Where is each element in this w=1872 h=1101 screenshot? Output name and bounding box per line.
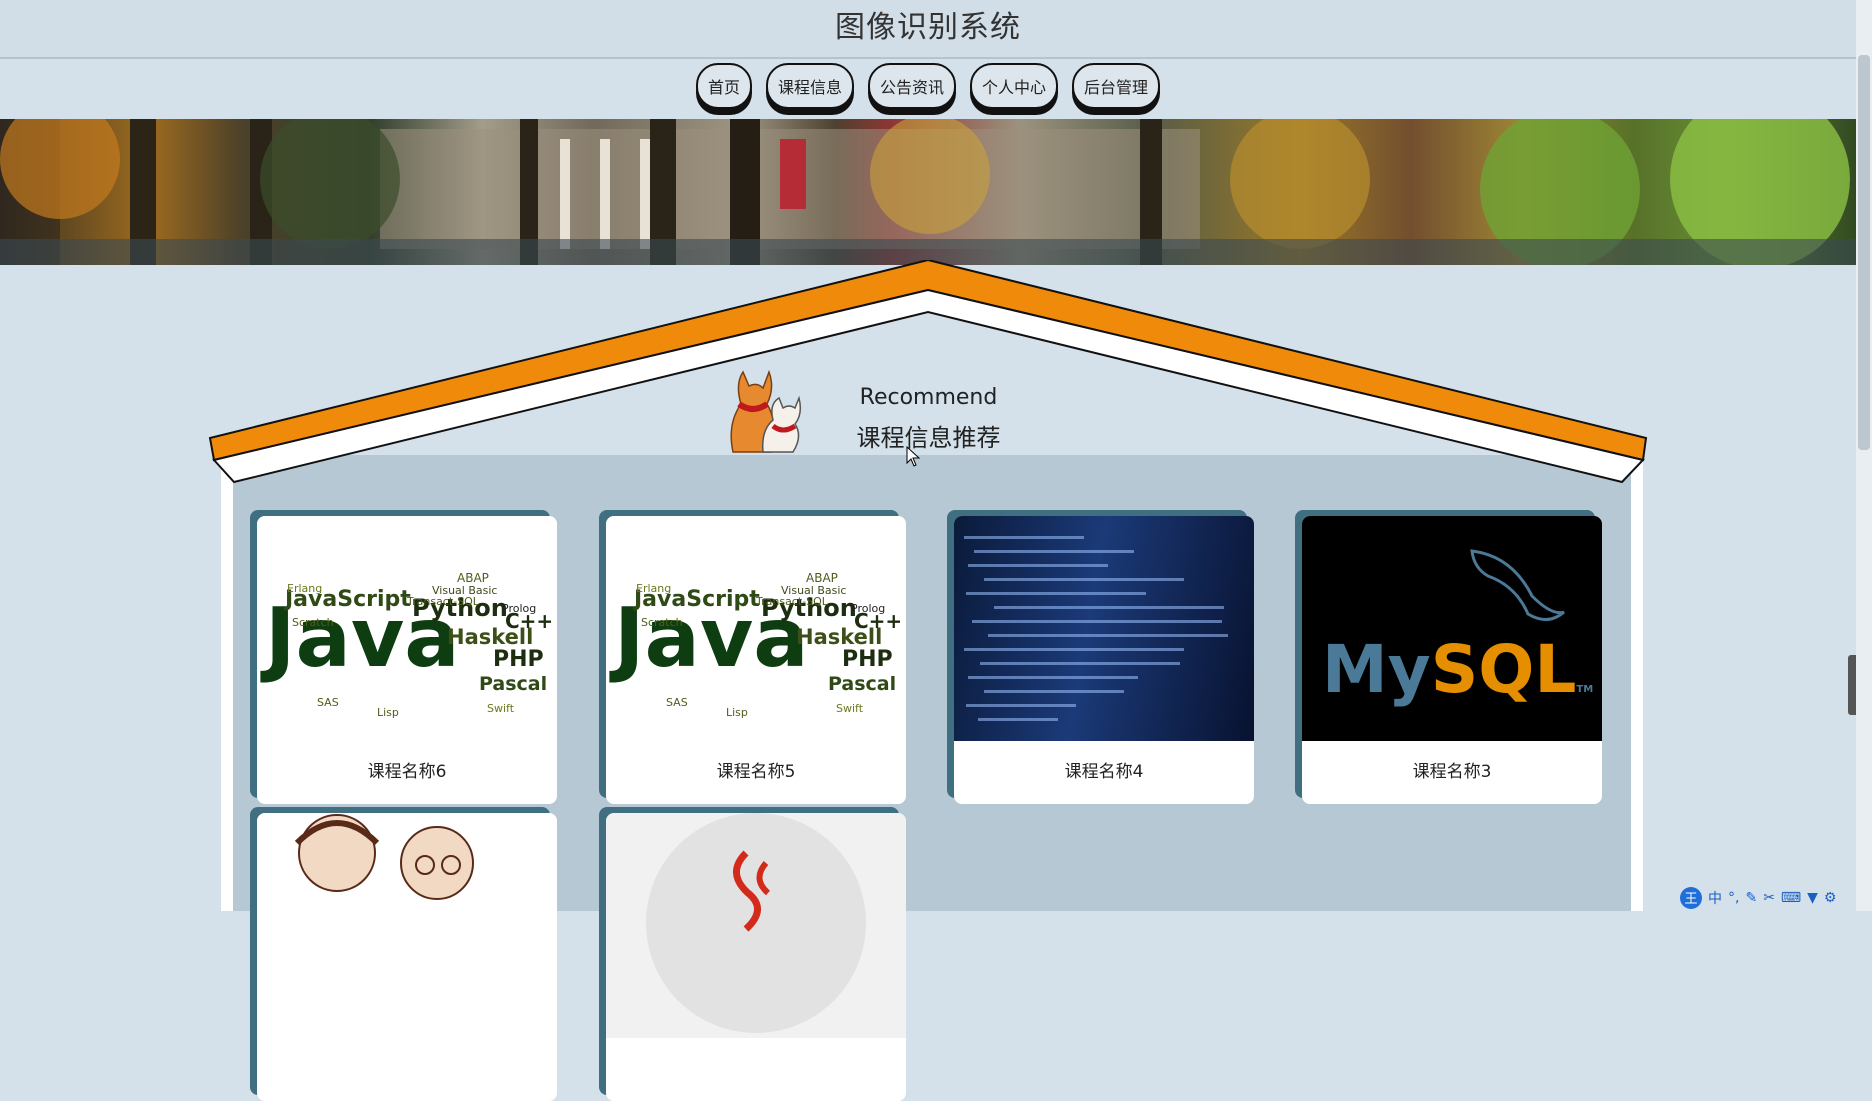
ime-toolbar: 王 中 °, ✎ ✂ ⌨ ▼ ⚙ [1680, 884, 1856, 911]
course-card[interactable]: Java JavaScript Python Haskell PHP Pasca… [257, 516, 557, 804]
svg-text:Swift: Swift [836, 702, 864, 715]
svg-text:Swift: Swift [487, 702, 515, 715]
svg-text:Erlang: Erlang [636, 582, 671, 595]
ime-skin-icon[interactable]: ▼ [1807, 890, 1818, 906]
svg-text:ABAP: ABAP [457, 571, 489, 585]
svg-text:SAS: SAS [666, 696, 688, 709]
page-scrollbar[interactable] [1856, 0, 1872, 911]
course-image[interactable]: Java JavaScript Python Haskell PHP Pasca… [606, 516, 906, 741]
svg-text:Lisp: Lisp [377, 706, 399, 719]
course-card[interactable]: 课程名称4 [954, 516, 1254, 804]
svg-text:Lisp: Lisp [726, 706, 748, 719]
mouse-cursor-icon [906, 446, 921, 467]
recommend-title: Recommend [859, 385, 998, 410]
ime-keyboard-icon[interactable]: ⌨ [1781, 890, 1801, 906]
svg-text:PHP: PHP [493, 647, 544, 672]
svg-text:PHP: PHP [842, 647, 893, 672]
course-name[interactable] [257, 1038, 557, 1101]
svg-text:Pascal: Pascal [479, 673, 547, 695]
svg-text:Scratch: Scratch [292, 616, 334, 629]
course-card[interactable]: Java JavaScript Python Haskell PHP Pasca… [606, 516, 906, 804]
ime-settings-icon[interactable]: ⚙ [1824, 890, 1837, 906]
svg-text:ABAP: ABAP [806, 571, 838, 585]
course-card[interactable] [257, 813, 557, 1101]
svg-text:Prolog: Prolog [851, 602, 885, 615]
svg-text:Pascal: Pascal [828, 673, 896, 695]
nav-courses[interactable]: 课程信息 [765, 63, 854, 109]
course-name[interactable]: 课程名称6 [257, 741, 557, 804]
nav-home[interactable]: 首页 [695, 63, 752, 109]
side-panel-handle[interactable] [1848, 655, 1856, 715]
course-image[interactable] [954, 516, 1254, 741]
campus-banner [0, 119, 1856, 265]
ime-logo-icon[interactable]: 王 [1680, 886, 1702, 909]
ime-pen-icon[interactable]: ✎ [1745, 890, 1757, 906]
course-card[interactable]: MySQLTM 课程名称3 [1302, 516, 1602, 804]
ime-mode-toggle[interactable]: 中 [1708, 888, 1722, 908]
svg-text:Transact-SQL: Transact-SQL [755, 595, 829, 608]
svg-text:SAS: SAS [317, 696, 339, 709]
course-image[interactable] [257, 813, 557, 1038]
nav-admin[interactable]: 后台管理 [1072, 63, 1161, 109]
scrollbar-thumb[interactable] [1858, 55, 1870, 450]
recommend-subtitle: 课程信息推荐 [856, 424, 1001, 452]
svg-text:Prolog: Prolog [502, 602, 536, 615]
course-name[interactable] [606, 1038, 906, 1101]
main-nav: 首页 课程信息 公告资讯 个人中心 后台管理 [0, 60, 1856, 118]
course-name[interactable]: 课程名称4 [954, 741, 1254, 804]
nav-profile[interactable]: 个人中心 [970, 63, 1059, 109]
course-card[interactable] [606, 813, 906, 1101]
svg-text:Transact-SQL: Transact-SQL [406, 595, 480, 608]
course-image[interactable] [606, 813, 906, 1038]
nav-announcements[interactable]: 公告资讯 [867, 63, 956, 109]
house-roof [208, 260, 1648, 484]
course-image[interactable]: Java JavaScript Python Haskell PHP Pasca… [257, 516, 557, 741]
svg-text:Erlang: Erlang [287, 582, 322, 595]
cat-mascot-icon [730, 369, 802, 453]
course-name[interactable]: 课程名称3 [1302, 741, 1602, 804]
ime-punctuation-icon[interactable]: °, [1728, 890, 1739, 906]
svg-text:Scratch: Scratch [641, 616, 683, 629]
ime-scissors-icon[interactable]: ✂ [1763, 890, 1775, 906]
site-title: 图像识别系统 [835, 10, 1021, 45]
course-name[interactable]: 课程名称5 [606, 741, 906, 804]
site-header: 图像识别系统 [0, 0, 1856, 59]
course-image[interactable]: MySQLTM [1302, 516, 1602, 741]
